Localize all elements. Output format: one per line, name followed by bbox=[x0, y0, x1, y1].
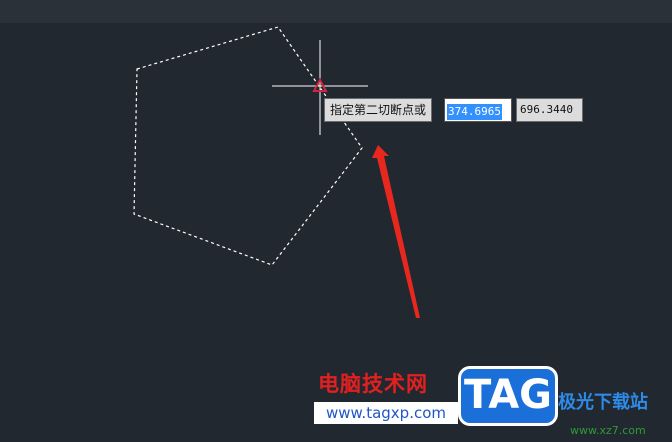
watermark-tag-logo: TAG bbox=[458, 366, 558, 426]
x-coordinate-value: 374.6965 bbox=[447, 104, 502, 120]
command-prompt-label: 指定第二切断点或 bbox=[324, 98, 433, 122]
watermark-right-domain: www.xz7.com bbox=[570, 424, 646, 437]
y-coordinate-input[interactable]: 696.3440 bbox=[516, 98, 583, 122]
drawing-canvas[interactable]: 指定第二切断点或 374.6965 696.3440 电脑技术网 www.tag… bbox=[0, 0, 672, 442]
watermark-site-url: www.tagxp.com bbox=[314, 402, 458, 424]
watermark-site-name: 电脑技术网 bbox=[318, 372, 428, 396]
x-coordinate-input[interactable]: 374.6965 bbox=[444, 98, 512, 122]
selected-pentagon[interactable] bbox=[133, 26, 363, 266]
watermark-right-text: 极光下载站 bbox=[558, 392, 648, 413]
red-arrow-icon bbox=[372, 145, 420, 318]
